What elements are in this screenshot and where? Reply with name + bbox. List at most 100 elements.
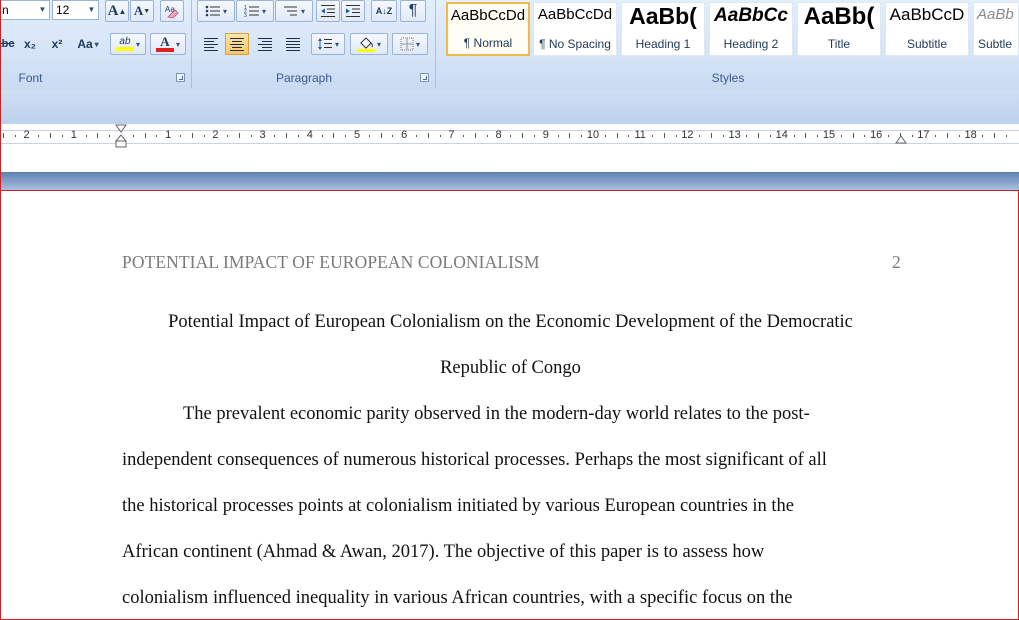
line-spacing-button[interactable]	[311, 33, 345, 55]
decrease-indent-button[interactable]	[316, 0, 340, 22]
chevron-down-icon[interactable]: ▼	[85, 1, 98, 19]
ruler-tick	[947, 133, 948, 138]
multilevel-list-button[interactable]	[275, 0, 313, 22]
subscript-button[interactable]: x₂	[18, 33, 42, 55]
ruler-tick	[191, 133, 193, 138]
ruler-number: 7	[448, 129, 455, 141]
strikethrough-button[interactable]: abc	[0, 33, 14, 55]
ruler-number: 2	[23, 129, 30, 141]
ruler-tick	[628, 135, 630, 137]
chevron-down-icon[interactable]: ▼	[36, 1, 49, 19]
style-subtitle[interactable]: AaBbCcD Subtitle	[885, 2, 969, 56]
ruler-tick	[522, 133, 524, 138]
ruler-tick	[97, 133, 99, 138]
shrink-font-button[interactable]: A ▼	[130, 0, 154, 22]
ruler-tick	[746, 135, 748, 137]
style-sample: AaBbCcD	[889, 5, 965, 24]
ruler-tick	[616, 133, 618, 138]
ruler-tick	[793, 135, 795, 137]
ruler-number: 5	[353, 129, 361, 141]
style-name: Subtle	[978, 37, 1013, 51]
font-name-value: n	[2, 3, 9, 17]
styles-group-caption: Styles	[711, 71, 745, 85]
right-indent-marker[interactable]	[895, 124, 907, 150]
body-line: independent consequences of numerous his…	[122, 450, 827, 470]
line-spacing-icon	[317, 38, 332, 50]
ruler-tick	[534, 135, 535, 137]
decrease-indent-icon	[321, 5, 335, 17]
font-size-combo[interactable]: 12 ▼	[52, 0, 99, 20]
horizontal-ruler[interactable]: 2 1 1 2 3 4 5 6 7 8 9 10 11 12 13 14 15 16 17 18	[0, 124, 1019, 151]
strikethrough-label: abc	[0, 38, 15, 50]
ruler-tick	[109, 135, 111, 137]
align-center-button[interactable]	[225, 33, 249, 55]
ruler-tick	[180, 135, 181, 137]
style-normal[interactable]: AaBbCcDd ¶ Normal	[446, 2, 530, 56]
numbering-button[interactable]: 1 2 3	[236, 0, 274, 22]
multilevel-list-icon	[283, 6, 297, 16]
shading-button[interactable]	[350, 33, 388, 55]
ruler-tick	[958, 135, 960, 137]
ruler-number: 8	[495, 129, 502, 141]
align-right-button[interactable]	[253, 33, 277, 55]
style-title[interactable]: AaBb( Title	[797, 2, 881, 56]
body-line: colonialism influenced inequality in var…	[122, 588, 793, 608]
superscript-button[interactable]: x²	[45, 33, 69, 55]
ruler-number: 11	[634, 129, 646, 141]
ruler-number: 15	[822, 129, 836, 141]
style-name: Subtitle	[906, 37, 948, 51]
page-number: 2	[892, 252, 901, 272]
ruler-tick	[427, 133, 429, 138]
font-color-button[interactable]: A	[150, 33, 186, 55]
style-heading-2[interactable]: AaBbCc Heading 2	[709, 2, 793, 56]
sort-button[interactable]: A↓Z	[371, 0, 397, 22]
font-name-combo[interactable]: n ▼	[0, 0, 50, 20]
ruler-number: 10	[586, 129, 600, 141]
ruler-track	[0, 130, 1019, 144]
ruler-number: 16	[870, 129, 883, 141]
ruler-tick	[864, 135, 866, 137]
first-line-indent-marker[interactable]	[115, 124, 127, 150]
font-size-value: 12	[56, 3, 70, 17]
ruler-tick	[321, 135, 323, 137]
ruler-number: 1	[70, 129, 77, 141]
ruler-tick	[368, 135, 370, 137]
subscript-label: x₂	[23, 37, 36, 51]
shrink-font-label: A	[133, 3, 144, 18]
ruler-number: 6	[401, 129, 408, 141]
ruler-tick	[85, 135, 87, 137]
align-left-button[interactable]	[199, 33, 223, 55]
align-center-icon	[230, 37, 244, 51]
highlight-label: ab	[119, 36, 131, 47]
clear-formatting-icon: Aa	[165, 5, 179, 19]
ruler-tick	[38, 135, 40, 137]
text-highlight-button[interactable]: ab	[110, 33, 146, 55]
bullets-button[interactable]	[197, 0, 235, 22]
ruler-tick	[675, 135, 677, 137]
ruler-tick	[227, 135, 229, 137]
increase-indent-button[interactable]	[341, 0, 365, 22]
ruler-tick	[345, 135, 347, 137]
ruler-tick	[298, 135, 299, 137]
justify-button[interactable]	[281, 33, 305, 55]
paragraph-group-caption: Paragraph	[275, 71, 333, 85]
document-page[interactable]: POTENTIAL IMPACT OF EUROPEAN COLONIALISM…	[0, 190, 1019, 620]
grow-font-button[interactable]: A ▲	[105, 0, 129, 22]
ruler-tick	[840, 135, 842, 137]
style-name: ¶ No Spacing	[539, 37, 611, 51]
style-no-spacing[interactable]: AaBbCcDd ¶ No Spacing	[533, 2, 617, 56]
ruler-tick	[463, 135, 465, 137]
show-formatting-marks-button[interactable]: ¶	[400, 0, 426, 22]
style-subtle[interactable]: AaBb Subtle	[973, 2, 1019, 56]
paragraph-dialog-launcher[interactable]	[420, 73, 429, 82]
change-case-button[interactable]: Aa	[73, 33, 103, 55]
numbering-icon: 1 2 3	[244, 5, 259, 18]
style-name: Heading 1	[635, 37, 691, 51]
ruler-tick	[1006, 135, 1007, 137]
borders-button[interactable]	[392, 33, 428, 55]
style-heading-1[interactable]: AaBb( Heading 1	[621, 2, 705, 56]
clear-formatting-button[interactable]: Aa	[160, 0, 184, 22]
align-left-icon	[204, 37, 218, 51]
ruler-tick	[569, 133, 571, 138]
ruler-tick	[770, 135, 771, 137]
